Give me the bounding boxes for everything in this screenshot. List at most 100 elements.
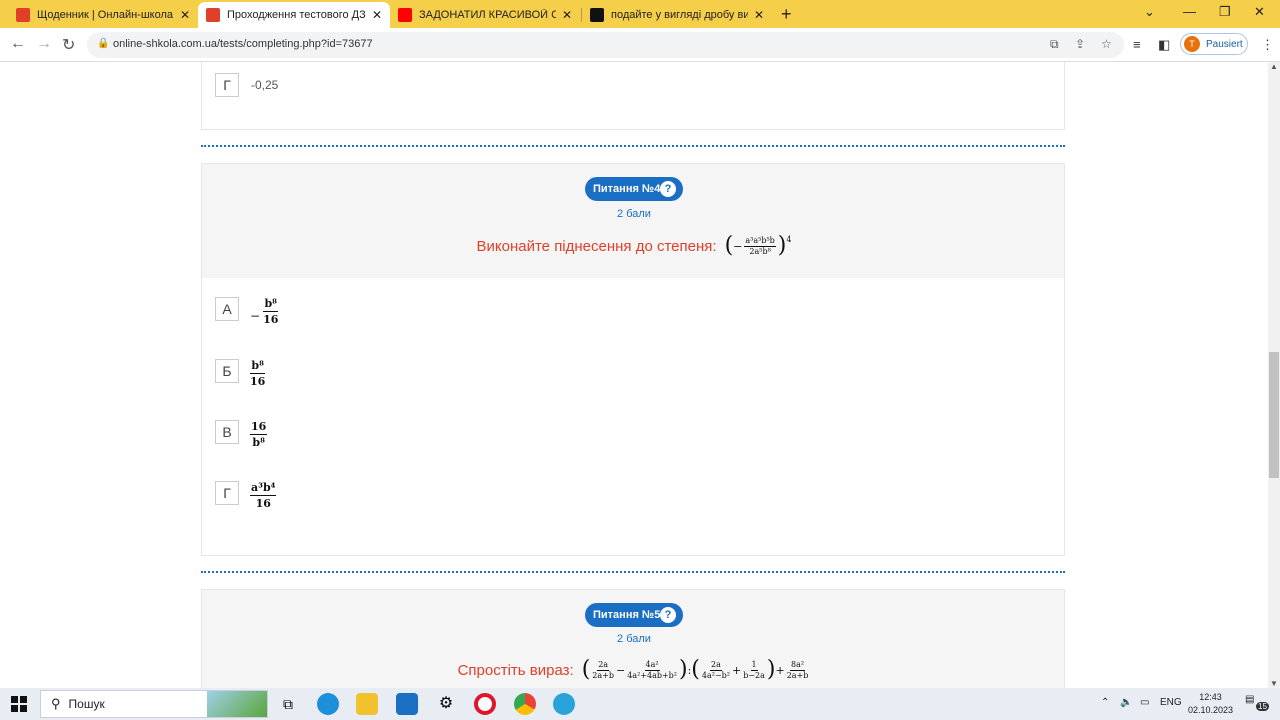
bookmark-star-icon[interactable]: ☆ — [1101, 37, 1112, 51]
profile-button[interactable]: T Pausiert — [1180, 33, 1248, 55]
notification-icon[interactable]: ▤ — [1245, 694, 1254, 705]
question-text: Спростіть вираз: ( 2a 2a+b − 4a² 4a²+4ab+b… — [202, 654, 1066, 686]
fraction-numerator: 1 — [750, 659, 758, 671]
window-close-button[interactable]: ✕ — [1254, 4, 1265, 20]
volume-icon[interactable]: 🔈 — [1120, 697, 1132, 708]
mail-icon[interactable] — [396, 693, 418, 715]
exponent: 4 — [786, 235, 792, 244]
opera-icon[interactable] — [474, 693, 496, 715]
search-icon: ⚲ — [51, 696, 61, 711]
close-icon[interactable]: ✕ — [562, 8, 572, 22]
fraction-numerator: 8a² — [790, 659, 806, 671]
tab-test-active[interactable]: Проходження тестового ДЗ - С ✕ — [198, 2, 390, 28]
menu-icon[interactable]: ⋮ — [1261, 37, 1274, 53]
help-icon[interactable]: ? — [660, 607, 676, 623]
fraction-numerator: b⁸ — [250, 359, 265, 374]
translate-icon[interactable]: ⧉ — [1050, 37, 1059, 52]
reading-list-icon[interactable]: ≡ — [1133, 37, 1141, 52]
question-text: Виконайте піднесення до степеня: ( − a³a… — [202, 230, 1066, 262]
minimize-button[interactable]: — — [1183, 4, 1196, 19]
tab-bar: Щоденник | Онлайн-школа «А ✕ Проходження… — [0, 0, 1280, 28]
url-text[interactable]: online-shkola.com.ua/tests/completing.ph… — [113, 38, 373, 50]
chrome-icon[interactable] — [514, 693, 536, 715]
page-content: Г -0,25 Питання №4 ? 2 бали Виконайте пі… — [0, 62, 1268, 688]
option-letter[interactable]: Б — [215, 359, 239, 383]
answer-option-v[interactable]: В 16 b⁸ — [215, 420, 268, 449]
tab-title: подайте у вигляді дробу вираз — [611, 9, 748, 21]
option-letter[interactable]: В — [215, 420, 239, 444]
task-view-icon[interactable]: ⧉ — [277, 693, 299, 715]
share-icon[interactable]: ⇪ — [1075, 37, 1085, 51]
question-number-badge: Питання №5 ? — [585, 603, 683, 627]
plus-sign: + — [775, 663, 785, 677]
taskbar: ⚲ Пошук ⧉ ⚙ ⌃ 🔈 ▭ ENG 12:43 02.10.2023 ▤… — [0, 688, 1280, 720]
close-icon[interactable]: ✕ — [372, 8, 382, 22]
question-points: 2 бали — [617, 208, 651, 220]
browser-toolbar: ← → ↻ 🔒 online-shkola.com.ua/tests/compl… — [0, 28, 1280, 62]
question-number-badge: Питання №4 ? — [585, 177, 683, 201]
math-fraction: a³a⁵b⁵b 2a⁵b⁸ — [744, 236, 776, 257]
address-bar[interactable]: 🔒 online-shkola.com.ua/tests/completing.… — [87, 32, 1124, 58]
clock[interactable]: 12:43 02.10.2023 — [1188, 691, 1233, 717]
profile-label: Pausiert — [1206, 38, 1243, 50]
tab-youtube[interactable]: ЗАДОНАТИЛ КРАСИВОЙ СТРИ ✕ — [390, 2, 580, 28]
question-card-5: Питання №5 ? 2 бали Спростіть вираз: ( 2… — [201, 589, 1065, 688]
settings-gear-icon[interactable]: ⚙ — [435, 693, 457, 715]
search-placeholder: Пошук — [68, 697, 105, 711]
network-icon[interactable]: ▭ — [1140, 697, 1149, 708]
fraction-denominator: 16 — [263, 313, 279, 326]
calendar-icon — [16, 8, 30, 22]
youtube-icon — [398, 8, 412, 22]
edge-icon[interactable] — [317, 693, 339, 715]
fraction-denominator: 16 — [250, 375, 266, 388]
tab-fraction[interactable]: подайте у вигляді дробу вираз ✕ — [582, 2, 772, 28]
option-fraction: a³b⁴ 16 — [250, 481, 277, 510]
option-letter[interactable]: Г — [215, 481, 239, 505]
tab-title: Проходження тестового ДЗ - С — [227, 9, 366, 21]
reload-button[interactable]: ↻ — [62, 35, 75, 55]
separator — [201, 145, 1065, 147]
page-scrollbar[interactable]: ▲ ▼ — [1268, 62, 1280, 688]
separator — [201, 571, 1065, 573]
option-fraction: 16 b⁸ — [250, 420, 268, 449]
option-value: -0,25 — [251, 78, 279, 92]
scrollbar-thumb[interactable] — [1269, 352, 1279, 478]
help-icon[interactable]: ? — [660, 181, 676, 197]
option-letter[interactable]: Г — [215, 73, 239, 97]
telegram-icon[interactable] — [553, 693, 575, 715]
back-button[interactable]: ← — [10, 35, 26, 53]
answer-option-a[interactable]: А − b⁸ 16 — [215, 297, 278, 326]
answer-option-b[interactable]: Б b⁸ 16 — [215, 359, 265, 388]
close-icon[interactable]: ✕ — [180, 8, 190, 22]
chat-icon — [590, 8, 604, 22]
answer-option[interactable]: Г -0,25 — [215, 73, 278, 97]
language-indicator[interactable]: ENG — [1160, 697, 1182, 708]
forward-button[interactable]: → — [36, 35, 52, 53]
tab-diary[interactable]: Щоденник | Онлайн-школа «А ✕ — [8, 2, 198, 28]
taskbar-search-box[interactable]: ⚲ Пошук — [40, 690, 268, 718]
fraction-denominator: b⁸ — [252, 436, 265, 449]
math-fraction: 1 b−2a — [743, 660, 765, 681]
new-tab-button[interactable]: + — [781, 4, 792, 25]
windows-start-icon[interactable] — [11, 696, 27, 712]
tab-title: Щоденник | Онлайн-школа «А — [37, 9, 174, 21]
math-fraction: 4a² 4a²+4ab+b² — [627, 660, 677, 681]
answer-option-g[interactable]: Г a³b⁴ 16 — [215, 481, 277, 510]
fraction-denominator: 2a+b — [786, 670, 809, 680]
minus-sign: − — [733, 239, 743, 253]
close-icon[interactable]: ✕ — [754, 8, 764, 22]
fraction-numerator: 2a — [710, 659, 722, 671]
side-panel-icon[interactable]: ◧ — [1158, 37, 1170, 53]
tray-chevron-icon[interactable]: ⌃ — [1101, 697, 1109, 708]
restore-button[interactable]: ❐ — [1219, 4, 1231, 20]
tab-search-icon[interactable]: ⌄ — [1144, 4, 1155, 20]
question-prompt: Спростіть вираз: — [457, 661, 574, 679]
math-fraction: 2a 4a²−b² — [702, 660, 730, 681]
scroll-down-icon[interactable]: ▼ — [1270, 679, 1278, 688]
calendar-icon — [206, 8, 220, 22]
file-explorer-icon[interactable] — [356, 693, 378, 715]
scroll-up-icon[interactable]: ▲ — [1270, 62, 1278, 71]
option-letter[interactable]: А — [215, 297, 239, 321]
fraction-denominator: b−2a — [743, 670, 765, 680]
fraction-numerator: 2a — [597, 659, 610, 671]
